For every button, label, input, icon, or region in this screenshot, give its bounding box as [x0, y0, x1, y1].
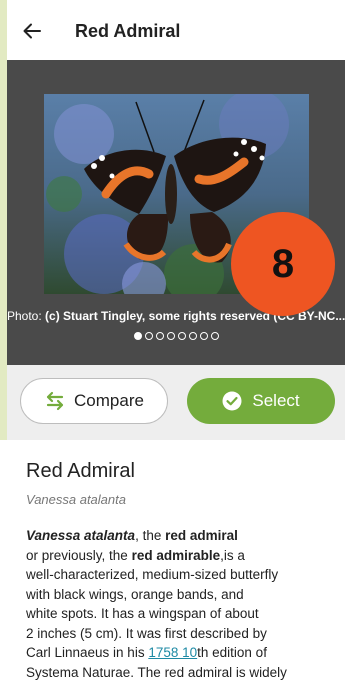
species-common-name: Red Admiral [26, 460, 135, 482]
desc-bold: red admirable [131, 547, 221, 563]
species-detail-screen: Red Admiral Photo: (c) Stuart Tingley, s… [7, 0, 345, 681]
compare-button[interactable]: Compare [20, 378, 168, 424]
desc-text: ,is a [220, 547, 245, 563]
page-title: Red Admiral [75, 21, 181, 41]
left-background-strip [0, 440, 7, 681]
swap-arrows-icon [46, 391, 64, 411]
select-button[interactable]: Select [187, 378, 335, 424]
desc-line: with black wings, orange bands, and [26, 586, 244, 602]
desc-line: well-characterized, medium-sized butterf… [26, 567, 279, 582]
pager-dot-3[interactable] [155, 332, 164, 340]
desc-text: or previously, the [26, 547, 132, 563]
desc-text: th edition of [197, 645, 267, 660]
check-circle-icon [222, 391, 242, 411]
select-label: Select [252, 391, 300, 410]
back-button[interactable] [21, 20, 43, 42]
caption-prefix: Photo: [7, 309, 46, 323]
species-scientific-name: Vanessa atalanta [26, 492, 126, 507]
desc-text: Carl Linnaeus in his [26, 645, 149, 660]
pager-dot-5[interactable] [177, 332, 186, 340]
desc-sci-name: Vanessa atalanta [26, 528, 136, 543]
desc-bold: red admiral [165, 528, 238, 543]
pager-dot-6[interactable] [188, 332, 197, 340]
app-bar: Red Admiral [7, 0, 345, 60]
desc-line: white spots. It has a wingspan of about [26, 606, 259, 621]
arrow-left-icon [23, 23, 41, 39]
desc-line: Systema Naturae. The red admiral is wide… [26, 664, 287, 680]
pager-dot-4[interactable] [166, 332, 175, 340]
species-info: Red Admiral Vanessa atalanta Vanessa ata… [7, 440, 345, 681]
action-bar: Compare Select [7, 365, 345, 440]
year-link[interactable]: 1758 10 [148, 645, 197, 660]
pager-dot-8[interactable] [210, 332, 219, 340]
pager-dot-2[interactable] [144, 332, 153, 340]
species-description: Vanessa atalanta, the red admiral or pre… [26, 526, 334, 681]
pager-dot-7[interactable] [199, 332, 208, 340]
compare-label: Compare [74, 391, 144, 410]
pager-dot-1[interactable] [133, 332, 142, 340]
desc-text: , the [135, 528, 166, 543]
step-number-badge: 8 [231, 212, 335, 316]
photo-pager [7, 332, 345, 340]
desc-line: 2 inches (5 cm). It was first described … [26, 625, 267, 641]
